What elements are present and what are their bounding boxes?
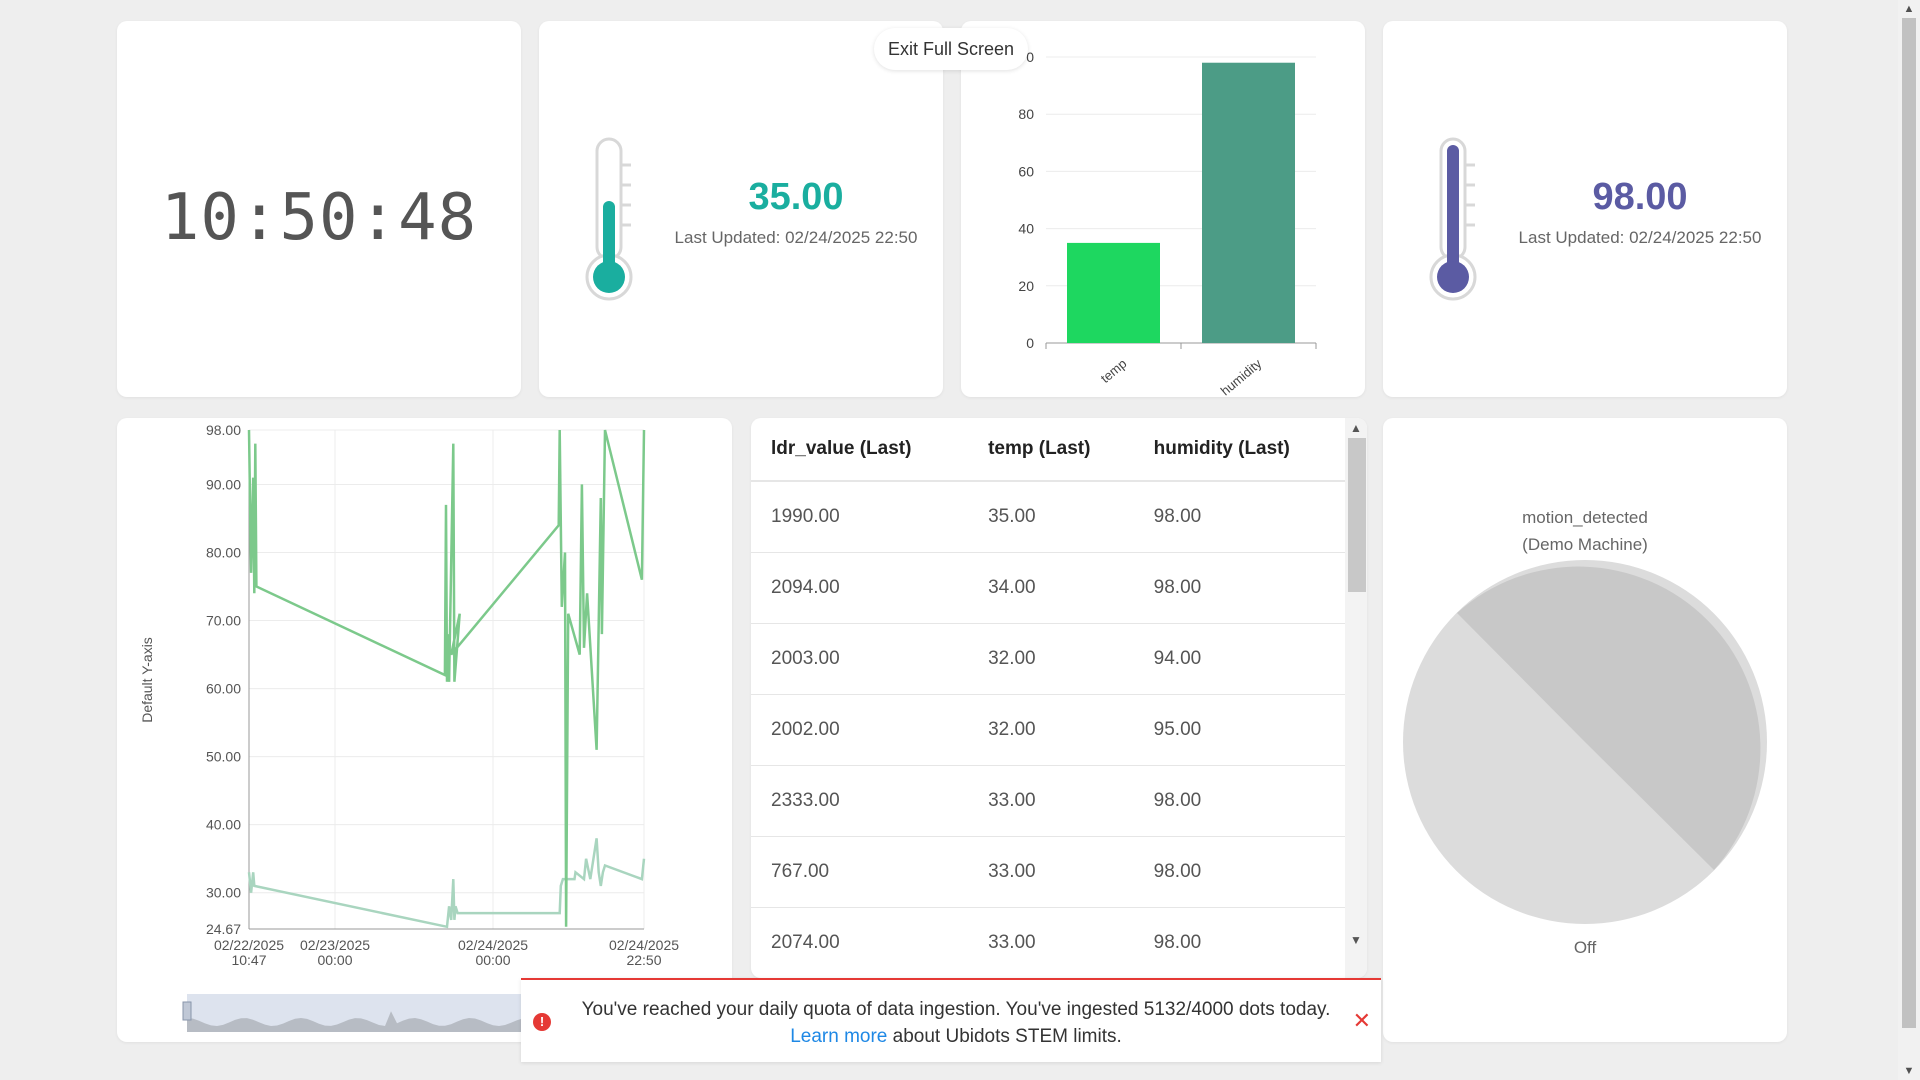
x-tick-date: 02/23/2025 — [300, 937, 370, 953]
table-row[interactable]: 2002.00 32.00 95.00 — [751, 694, 1345, 766]
temp-thermometer-widget: 35.00 Last Updated: 02/24/2025 22:50 — [539, 21, 943, 397]
pie-chart — [1403, 560, 1767, 924]
scroll-up-icon[interactable]: ▲ — [1345, 418, 1367, 438]
values-table: ldr_value (Last) temp (Last) humidity (L… — [751, 418, 1345, 978]
y-tick-label: 80 — [1018, 106, 1034, 122]
y-axis-label: Default Y-axis — [139, 637, 155, 723]
page-scrollbar[interactable]: ▲ ▼ — [1898, 0, 1920, 1080]
table-cell: 1990.00 — [751, 481, 969, 553]
table-cell: 33.00 — [968, 907, 1134, 978]
table-scroll-thumb[interactable] — [1348, 438, 1366, 592]
table-row[interactable]: 2074.00 33.00 98.00 — [751, 907, 1345, 978]
table-row[interactable]: 2003.00 32.00 94.00 — [751, 623, 1345, 695]
bar-chart: 0204060800temp humidity — [1018, 49, 1317, 397]
pie-legend-label: Off — [1573, 938, 1597, 957]
y-tick-label: 40 — [1018, 221, 1034, 237]
column-header[interactable]: humidity (Last) — [1133, 418, 1345, 482]
x-tick-date: 02/24/2025 — [609, 937, 679, 953]
y-tick-label: 50.00 — [206, 749, 241, 765]
table-row[interactable]: 2094.00 34.00 98.00 — [751, 552, 1345, 624]
humidity-thermometer-widget: 98.00 Last Updated: 02/24/2025 22:50 — [1383, 21, 1787, 397]
table-cell: 33.00 — [968, 765, 1134, 837]
table-cell: 767.00 — [751, 836, 969, 908]
close-icon[interactable]: ✕ — [1353, 1008, 1371, 1034]
y-tick-label: 90.00 — [206, 476, 241, 492]
bar[interactable] — [1202, 62, 1295, 343]
table-cell: 32.00 — [968, 623, 1134, 695]
column-header[interactable]: ldr_value (Last) — [751, 418, 969, 482]
x-tick-date: 02/22/2025 — [214, 937, 284, 953]
thermometer-icon — [585, 137, 633, 301]
x-tick-time: 22:50 — [626, 952, 661, 968]
x-tick-label: humidity — [1218, 355, 1265, 397]
error-icon: ! — [533, 1013, 551, 1031]
clock-time: 10:50:48 — [160, 181, 478, 255]
x-tick-time: 00:00 — [317, 952, 352, 968]
table-cell: 95.00 — [1133, 694, 1345, 766]
pie-subtitle: (Demo Machine) — [1522, 535, 1648, 554]
y-tick-label: 80.00 — [206, 544, 241, 560]
table-cell: 98.00 — [1133, 765, 1345, 837]
table-cell: 2002.00 — [751, 694, 969, 766]
table-cell: 2003.00 — [751, 623, 969, 695]
temp-last-updated: Last Updated: 02/24/2025 22:50 — [674, 228, 918, 247]
column-header[interactable]: temp (Last) — [968, 418, 1134, 482]
temp-series-line[interactable] — [247, 838, 646, 929]
y-tick-label: 98.00 — [206, 422, 241, 438]
table-row[interactable]: 767.00 33.00 98.00 — [751, 836, 1345, 908]
exit-fullscreen-button[interactable]: Exit Full Screen — [874, 28, 1028, 70]
toast-message-main: You've reached your daily quota of data … — [581, 999, 1331, 1020]
table-cell: 35.00 — [968, 481, 1134, 553]
bar[interactable] — [1067, 242, 1160, 343]
table-cell: 33.00 — [968, 836, 1134, 908]
pie-title: motion_detected — [1522, 508, 1648, 527]
pie-chart-widget: motion_detected (Demo Machine) Off — [1383, 418, 1787, 1042]
humidity-value: 98.00 — [1592, 176, 1688, 218]
x-tick-date: 02/24/2025 — [458, 937, 528, 953]
y-tick-label: 60.00 — [206, 681, 241, 697]
y-tick-label: 70.00 — [206, 613, 241, 629]
table-cell: 98.00 — [1133, 552, 1345, 624]
clock-widget: 10:50:48 — [117, 21, 521, 397]
table-scrollbar[interactable]: ▲ ▼ — [1345, 418, 1367, 978]
table-cell: 2094.00 — [751, 552, 969, 624]
values-table-widget: ldr_value (Last) temp (Last) humidity (L… — [751, 418, 1367, 978]
bar-chart-widget: 0 20 40 60 80 0 temp humidity — [961, 21, 1365, 397]
humidity-last-updated: Last Updated: 02/24/2025 22:50 — [1518, 228, 1762, 247]
temp-value: 35.00 — [748, 176, 844, 218]
table-header-row: ldr_value (Last) temp (Last) humidity (L… — [751, 418, 1345, 482]
line-chart: 98.00 90.00 80.00 70.00 60.00 50.00 40.00 30.00… — [139, 422, 732, 1032]
x-tick-time: 10:47 — [231, 952, 266, 968]
toast-message-tail: about Ubidots STEM limits. — [892, 1026, 1122, 1047]
y-tick-label: 40.00 — [206, 817, 241, 833]
humidity-series-line[interactable] — [247, 429, 646, 927]
page-scroll-down-icon[interactable]: ▼ — [1898, 1062, 1920, 1080]
page-scroll-up-icon[interactable]: ▲ — [1898, 0, 1920, 18]
toast-message: You've reached your daily quota of data … — [571, 996, 1341, 1050]
table-cell: 98.00 — [1133, 907, 1345, 978]
learn-more-link[interactable]: Learn more — [790, 1026, 887, 1047]
table-cell: 98.00 — [1133, 481, 1345, 553]
line-chart-widget: 98.00 90.00 80.00 70.00 60.00 50.00 40.00 30.00… — [117, 418, 732, 1042]
thermometer-icon — [1429, 137, 1477, 301]
navigator-handle[interactable] — [182, 1001, 192, 1021]
quota-warning-toast: ! You've reached your daily quota of dat… — [521, 978, 1381, 1062]
table-cell: 2074.00 — [751, 907, 969, 978]
table-cell: 98.00 — [1133, 836, 1345, 908]
y-tick-label: 24.67 — [206, 921, 241, 937]
table-cell: 32.00 — [968, 694, 1134, 766]
page-scroll-thumb[interactable] — [1902, 18, 1916, 1028]
scroll-down-icon[interactable]: ▼ — [1345, 930, 1367, 950]
y-tick-label: 60 — [1018, 163, 1034, 179]
y-tick-label: 0 — [1026, 335, 1034, 351]
table-row[interactable]: 2333.00 33.00 98.00 — [751, 765, 1345, 837]
y-tick-label: 30.00 — [206, 885, 241, 901]
y-tick-label: 20 — [1018, 278, 1034, 294]
table-cell: 34.00 — [968, 552, 1134, 624]
table-cell: 94.00 — [1133, 623, 1345, 695]
table-row[interactable]: 1990.00 35.00 98.00 — [751, 481, 1345, 553]
x-tick-time: 00:00 — [475, 952, 510, 968]
table-cell: 2333.00 — [751, 765, 969, 837]
x-tick-label: temp — [1098, 356, 1130, 386]
